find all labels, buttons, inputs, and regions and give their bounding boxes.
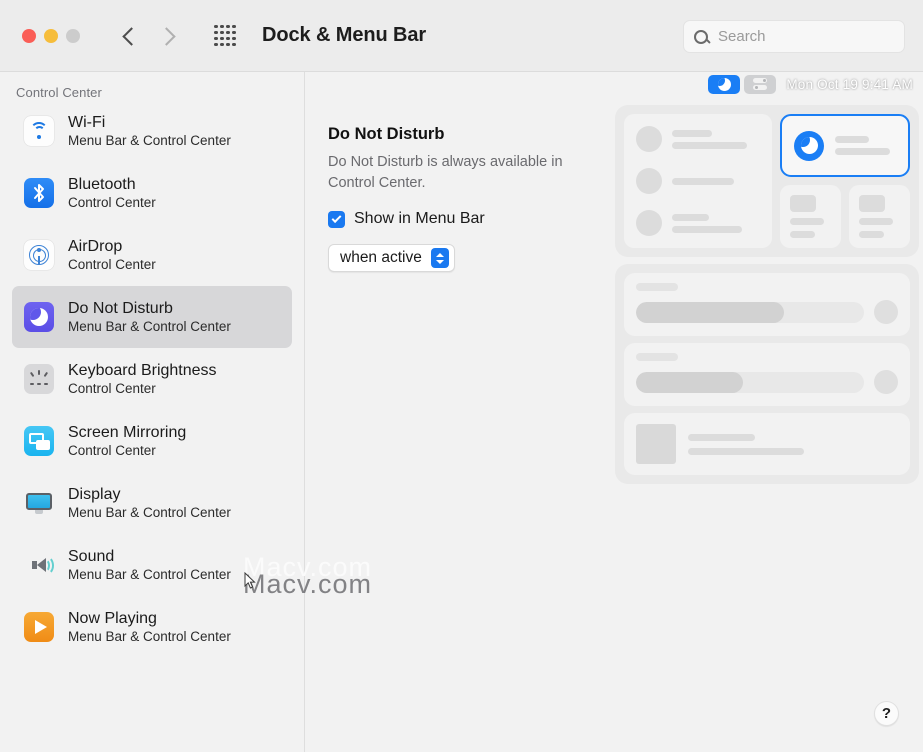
chevron-up-down-icon: [431, 248, 449, 268]
sidebar-item-wifi[interactable]: Wi-Fi Menu Bar & Control Center: [12, 100, 292, 162]
control-center-icon: [753, 78, 767, 90]
toggle-row[interactable]: [636, 168, 760, 194]
display-slider[interactable]: [636, 302, 864, 323]
back-arrow-icon[interactable]: [122, 28, 138, 44]
sidebar-item-sublabel: Menu Bar & Control Center: [68, 133, 231, 148]
keyboard-brightness-icon: [24, 364, 54, 394]
search-icon: [694, 30, 708, 44]
show-in-menu-bar-checkbox[interactable]: Show in Menu Bar: [328, 210, 485, 228]
toggles-group: [624, 114, 772, 248]
sidebar-item-label: Keyboard Brightness: [68, 362, 217, 379]
sidebar-item-now-playing[interactable]: Now Playing Menu Bar & Control Center: [12, 596, 292, 658]
sidebar-item-do-not-disturb[interactable]: Do Not Disturb Menu Bar & Control Center: [12, 286, 292, 348]
sidebar-item-sublabel: Menu Bar & Control Center: [68, 319, 231, 334]
sidebar-item-label: AirDrop: [68, 238, 122, 255]
search-placeholder: Search: [718, 28, 766, 45]
sidebar-item-keyboard-brightness[interactable]: Keyboard Brightness Control Center: [12, 348, 292, 410]
pane-title: Do Not Disturb: [328, 125, 444, 144]
when-active-dropdown[interactable]: when active: [328, 244, 455, 272]
sidebar-item-label: Do Not Disturb: [68, 300, 173, 317]
control-center-small-tile[interactable]: [780, 185, 841, 248]
system-preferences-window: Dock & Menu Bar Search Control Center Wi…: [0, 0, 923, 752]
toggle-row[interactable]: [636, 210, 760, 236]
screen-mirroring-icon: [24, 426, 54, 456]
mouse-cursor: [244, 572, 256, 590]
control-center-dnd-tile[interactable]: [780, 114, 910, 177]
now-playing-card[interactable]: [624, 413, 910, 475]
search-input[interactable]: Search: [683, 20, 905, 53]
detail-pane: Do Not Disturb Do Not Disturb is always …: [306, 72, 923, 752]
checkbox-box[interactable]: [328, 211, 345, 228]
sound-slider[interactable]: [636, 372, 864, 393]
sidebar-item-label: Screen Mirroring: [68, 424, 186, 441]
now-playing-icon: [24, 612, 54, 642]
sidebar-item-display[interactable]: Display Menu Bar & Control Center: [12, 472, 292, 534]
sidebar-item-sublabel: Menu Bar & Control Center: [68, 505, 231, 520]
control-center-top-group: [615, 105, 919, 257]
sidebar-item-sublabel: Control Center: [68, 381, 156, 396]
sidebar: Control Center Wi-Fi Menu Bar & Control …: [0, 72, 305, 752]
moon-icon: [794, 131, 824, 161]
airdrop-icon: [24, 240, 54, 270]
sidebar-item-sublabel: Menu Bar & Control Center: [68, 629, 231, 644]
sidebar-item-label: Wi-Fi: [68, 114, 105, 131]
sidebar-item-label: Bluetooth: [68, 176, 136, 193]
menu-bar-preview: Mon Oct 19 9:41 AM: [708, 72, 923, 96]
bluetooth-icon: [24, 178, 54, 208]
sidebar-item-label: Now Playing: [68, 610, 157, 627]
sidebar-item-label: Sound: [68, 548, 114, 565]
checkbox-label: Show in Menu Bar: [354, 210, 485, 228]
navigation-arrows: [122, 28, 176, 44]
display-icon: [24, 488, 54, 518]
pane-description: Do Not Disturb is always available in Co…: [328, 152, 600, 194]
sound-icon: [24, 550, 54, 580]
control-center-small-tile[interactable]: [849, 185, 910, 248]
sidebar-item-sublabel: Menu Bar & Control Center: [68, 567, 231, 582]
moon-icon: [24, 302, 54, 332]
traffic-lights: [22, 29, 80, 43]
minimize-button[interactable]: [44, 29, 58, 43]
menu-bar-control-center-chip[interactable]: [744, 75, 776, 94]
toggle-row[interactable]: [636, 126, 760, 152]
sidebar-item-label: Display: [68, 486, 120, 503]
dropdown-value: when active: [340, 249, 422, 267]
help-button[interactable]: ?: [874, 701, 899, 726]
menu-bar-dnd-chip[interactable]: [708, 75, 740, 94]
control-center-preview: [615, 105, 919, 491]
sidebar-item-bluetooth[interactable]: Bluetooth Control Center: [12, 162, 292, 224]
display-slider-card[interactable]: [624, 273, 910, 336]
sidebar-item-sublabel: Control Center: [68, 257, 156, 272]
sidebar-item-sublabel: Control Center: [68, 195, 156, 210]
page-title: Dock & Menu Bar: [262, 24, 426, 47]
show-all-grid-icon[interactable]: [214, 25, 236, 47]
close-button[interactable]: [22, 29, 36, 43]
sound-slider-card[interactable]: [624, 343, 910, 406]
moon-icon: [718, 78, 731, 91]
menu-bar-clock: Mon Oct 19 9:41 AM: [786, 77, 913, 92]
sidebar-item-screen-mirroring[interactable]: Screen Mirroring Control Center: [12, 410, 292, 472]
sidebar-item-sublabel: Control Center: [68, 443, 156, 458]
title-bar: Dock & Menu Bar Search: [0, 0, 923, 72]
bluetooth-glyph: [31, 183, 47, 203]
control-center-bottom-group: [615, 264, 919, 484]
sidebar-section-title: Control Center: [0, 72, 304, 100]
wifi-icon: [24, 116, 54, 146]
forward-arrow-icon[interactable]: [160, 28, 176, 44]
sidebar-item-airdrop[interactable]: AirDrop Control Center: [12, 224, 292, 286]
zoom-button[interactable]: [66, 29, 80, 43]
